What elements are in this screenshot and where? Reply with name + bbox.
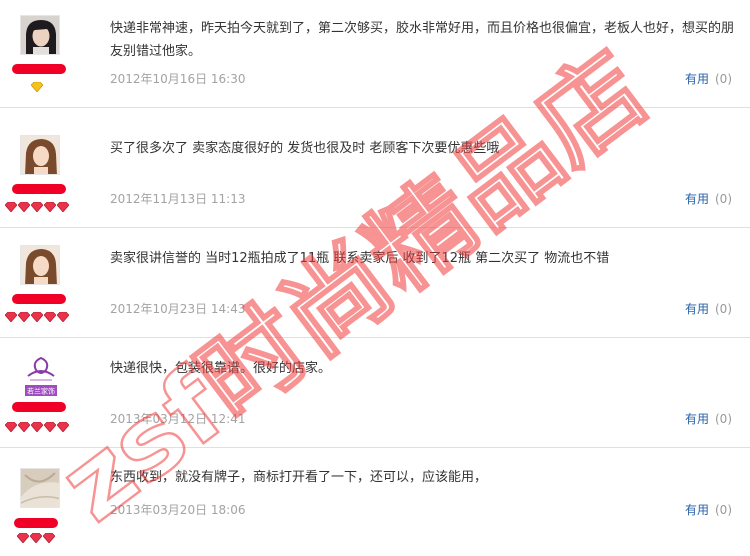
shop-logo-text: 若兰家饰: [27, 387, 55, 396]
red-diamond-icon: [5, 202, 17, 212]
review-date: 2012年10月23日 14:43: [110, 302, 246, 316]
review-text: 买了很多次了 卖家态度很好的 发货也很及时 老顾客下次要优惠些哦: [110, 141, 500, 156]
woman-portrait-icon[interactable]: [20, 245, 60, 285]
red-diamond-icon: [43, 533, 55, 543]
review-text: 快递很快，包装很靠谱。很好的店家。: [110, 361, 332, 376]
red-diamond-icon: [18, 312, 30, 322]
red-diamond-icon: [44, 312, 56, 322]
helpful-button[interactable]: 有用: [685, 72, 709, 86]
review-text: 快递非常神速，昨天拍今天就到了，第二次够买，胶水非常好用，而且价格也很偏宜，老板…: [110, 21, 735, 59]
red-diamond-icon: [57, 422, 69, 432]
review-text: 卖家很讲信誉的 当时12瓶拍成了11瓶 联系卖家后 收到了12瓶 第二次买了 物…: [110, 251, 610, 266]
helpful-button[interactable]: 有用: [685, 503, 709, 517]
helpful-vote: 有用 (0): [685, 70, 732, 87]
woman-portrait-icon[interactable]: [20, 135, 60, 175]
red-diamond-icon: [31, 202, 43, 212]
red-diamond-icon: [44, 422, 56, 432]
red-diamond-icon: [44, 202, 56, 212]
purple-logo-icon[interactable]: 若兰家饰: [20, 354, 62, 398]
username-redacted: [12, 402, 66, 412]
red-diamond-icon: [18, 202, 30, 212]
helpful-vote: 有用 (0): [685, 300, 732, 317]
fabric-photo-icon[interactable]: [20, 468, 60, 508]
buyer-rank: [5, 312, 69, 322]
red-diamond-icon: [31, 312, 43, 322]
review-item: 买了很多次了 卖家态度很好的 发货也很及时 老顾客下次要优惠些哦 2012年11…: [0, 120, 750, 228]
red-diamond-icon: [5, 422, 17, 432]
helpful-count: (0): [715, 302, 732, 316]
helpful-vote: 有用 (0): [685, 190, 732, 207]
red-diamond-icon: [31, 422, 43, 432]
review-list: 快递非常神速，昨天拍今天就到了，第二次够买，胶水非常好用，而且价格也很偏宜，老板…: [0, 0, 750, 556]
helpful-count: (0): [715, 72, 732, 86]
helpful-vote: 有用 (0): [685, 410, 732, 427]
username-redacted: [12, 184, 66, 194]
username-redacted: [12, 294, 66, 304]
review-item: 快递非常神速，昨天拍今天就到了，第二次够买，胶水非常好用，而且价格也很偏宜，老板…: [0, 0, 750, 108]
buyer-rank: [17, 533, 55, 543]
red-diamond-icon: [17, 533, 29, 543]
gold-diamond-icon: [31, 82, 43, 92]
red-diamond-icon: [18, 422, 30, 432]
buyer-rank: [5, 202, 69, 212]
review-item: 东西收到，就没有牌子，商标打开看了一下，还可以，应该能用， 2013年03月20…: [0, 448, 750, 556]
username-redacted: [12, 64, 66, 74]
helpful-button[interactable]: 有用: [685, 192, 709, 206]
username-redacted: [14, 518, 58, 528]
helpful-count: (0): [715, 412, 732, 426]
helpful-button[interactable]: 有用: [685, 302, 709, 316]
dark-hair-portrait-icon[interactable]: [20, 15, 60, 55]
red-diamond-icon: [57, 312, 69, 322]
buyer-rank: [31, 82, 43, 92]
review-text: 东西收到，就没有牌子，商标打开看了一下，还可以，应该能用，: [110, 470, 488, 485]
review-item: 若兰家饰 快递很快，包装很靠谱。很好的店家。 2013年03月12日 12:41…: [0, 340, 750, 448]
review-item: 卖家很讲信誉的 当时12瓶拍成了11瓶 联系卖家后 收到了12瓶 第二次买了 物…: [0, 230, 750, 338]
red-diamond-icon: [30, 533, 42, 543]
buyer-rank: [5, 422, 69, 432]
helpful-vote: 有用 (0): [685, 501, 732, 518]
helpful-count: (0): [715, 503, 732, 517]
helpful-button[interactable]: 有用: [685, 412, 709, 426]
review-date: 2012年11月13日 11:13: [110, 192, 246, 206]
red-diamond-icon: [5, 312, 17, 322]
review-date: 2013年03月12日 12:41: [110, 412, 246, 426]
helpful-count: (0): [715, 192, 732, 206]
review-date: 2012年10月16日 16:30: [110, 72, 246, 86]
review-date: 2013年03月20日 18:06: [110, 503, 246, 517]
red-diamond-icon: [57, 202, 69, 212]
